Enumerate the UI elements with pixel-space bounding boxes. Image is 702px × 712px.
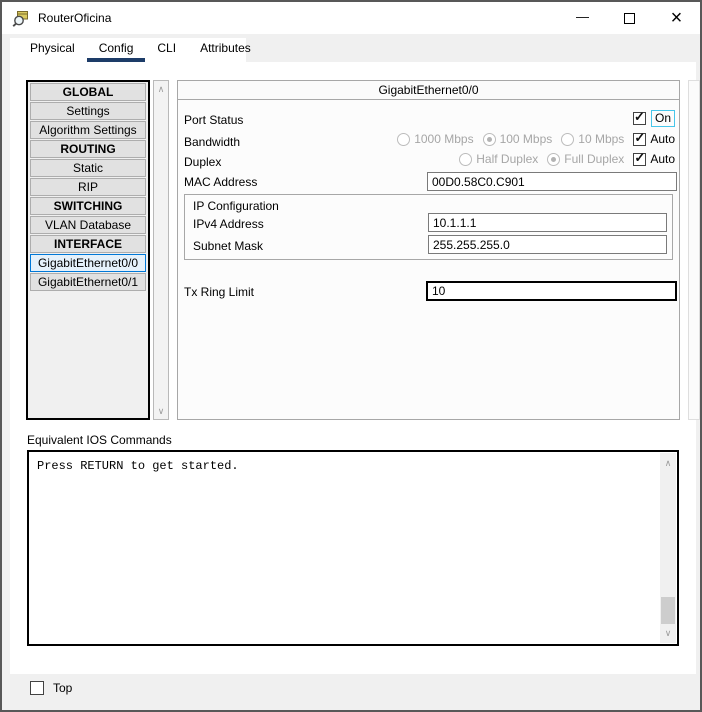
sidebar-item-algorithm-settings[interactable]: Algorithm Settings — [30, 121, 146, 139]
config-tab-page: GLOBAL Settings Algorithm Settings ROUTI… — [10, 62, 696, 674]
ios-commands-text: Press RETURN to get started. — [37, 459, 239, 473]
scroll-up-icon[interactable]: ∧ — [154, 82, 168, 96]
title-bar: RouterOficina — × — [2, 2, 700, 34]
ipv4-address-input[interactable] — [428, 213, 667, 232]
window-controls: — × — [559, 2, 700, 34]
ios-commands-box: Press RETURN to get started. ∧ ∨ — [27, 450, 679, 646]
port-status-checkbox[interactable]: ✓ — [633, 112, 646, 125]
bandwidth-1000-radio — [397, 133, 410, 146]
scroll-down-icon[interactable]: ∨ — [154, 404, 168, 418]
duplex-half-radio — [459, 153, 472, 166]
tab-cli[interactable]: CLI — [145, 38, 188, 62]
ios-commands-label: Equivalent IOS Commands — [27, 433, 172, 447]
tx-ring-limit-label: Tx Ring Limit — [184, 285, 254, 299]
duplex-auto-label: Auto — [650, 152, 675, 166]
tx-ring-limit-input[interactable] — [426, 281, 677, 301]
close-button[interactable]: × — [653, 2, 700, 34]
sidebar-header-global: GLOBAL — [30, 83, 146, 101]
top-checkbox-label: Top — [53, 681, 72, 695]
top-option: ✓ Top — [30, 681, 72, 695]
close-icon: × — [671, 8, 683, 28]
mac-address-input[interactable] — [427, 172, 677, 191]
port-status-on-label: On — [651, 110, 675, 127]
minimize-button[interactable]: — — [559, 2, 606, 34]
bandwidth-controls: 1000 Mbps 100 Mbps 10 Mbps ✓ Auto — [397, 132, 675, 146]
bandwidth-10-radio — [561, 133, 574, 146]
subnet-mask-input[interactable] — [428, 235, 667, 254]
sidebar-scrollbar[interactable]: ∧ ∨ — [153, 80, 169, 420]
sidebar-item-vlan-database[interactable]: VLAN Database — [30, 216, 146, 234]
sidebar-item-rip[interactable]: RIP — [30, 178, 146, 196]
check-icon: ✓ — [634, 150, 645, 166]
subnet-mask-label: Subnet Mask — [193, 239, 263, 253]
tab-bar: Physical Config CLI Attributes — [10, 38, 246, 62]
top-checkbox[interactable]: ✓ — [30, 681, 44, 695]
window-title: RouterOficina — [38, 11, 111, 25]
duplex-half-label: Half Duplex — [476, 152, 538, 166]
packet-tracer-icon — [11, 9, 30, 28]
bandwidth-auto-checkbox[interactable]: ✓ — [633, 133, 646, 146]
check-icon: ✓ — [634, 130, 645, 146]
sidebar-header-switching: SWITCHING — [30, 197, 146, 215]
duplex-full-label: Full Duplex — [564, 152, 624, 166]
duplex-label: Duplex — [184, 155, 221, 169]
bandwidth-10-label: 10 Mbps — [578, 132, 624, 146]
ipv4-address-label: IPv4 Address — [193, 217, 264, 231]
sidebar-item-gigabitethernet0-0[interactable]: GigabitEthernet0/0 — [30, 254, 146, 272]
bandwidth-100-label: 100 Mbps — [500, 132, 553, 146]
port-status-label: Port Status — [184, 113, 243, 127]
mac-address-label: MAC Address — [184, 175, 257, 189]
tab-config[interactable]: Config — [87, 38, 146, 62]
maximize-icon — [624, 13, 635, 24]
minimize-icon: — — [576, 9, 589, 24]
sidebar-item-static[interactable]: Static — [30, 159, 146, 177]
bandwidth-100-radio — [483, 133, 496, 146]
interface-settings-panel: GigabitEthernet0/0 Port Status ✓ On Band… — [177, 80, 680, 420]
bandwidth-auto-label: Auto — [650, 132, 675, 146]
bandwidth-label: Bandwidth — [184, 135, 240, 149]
port-status-controls: ✓ On — [633, 110, 675, 127]
check-icon: ✓ — [634, 109, 645, 125]
scroll-up-icon[interactable]: ∧ — [660, 456, 676, 470]
duplex-full-radio — [547, 153, 560, 166]
bandwidth-1000-label: 1000 Mbps — [414, 132, 473, 146]
duplex-controls: Half Duplex Full Duplex ✓ Auto — [459, 152, 675, 166]
tab-physical[interactable]: Physical — [18, 38, 87, 62]
duplex-auto-checkbox[interactable]: ✓ — [633, 153, 646, 166]
sidebar-item-gigabitethernet0-1[interactable]: GigabitEthernet0/1 — [30, 273, 146, 291]
config-sidebar: GLOBAL Settings Algorithm Settings ROUTI… — [26, 80, 150, 420]
sidebar-header-routing: ROUTING — [30, 140, 146, 158]
panel-title: GigabitEthernet0/0 — [178, 81, 679, 100]
scroll-down-icon[interactable]: ∨ — [660, 626, 676, 640]
panel-scrollbar-track[interactable] — [688, 80, 700, 420]
ios-scrollbar-thumb[interactable] — [661, 597, 675, 624]
sidebar-header-interface: INTERFACE — [30, 235, 146, 253]
ip-configuration-group: IP Configuration IPv4 Address Subnet Mas… — [184, 194, 673, 260]
tab-attributes[interactable]: Attributes — [188, 38, 263, 62]
ip-configuration-title: IP Configuration — [193, 199, 279, 213]
maximize-button[interactable] — [606, 2, 653, 34]
router-config-window: RouterOficina — × Physical Config CLI At… — [0, 0, 702, 712]
ios-scrollbar[interactable]: ∧ ∨ — [660, 453, 676, 643]
sidebar-item-settings[interactable]: Settings — [30, 102, 146, 120]
